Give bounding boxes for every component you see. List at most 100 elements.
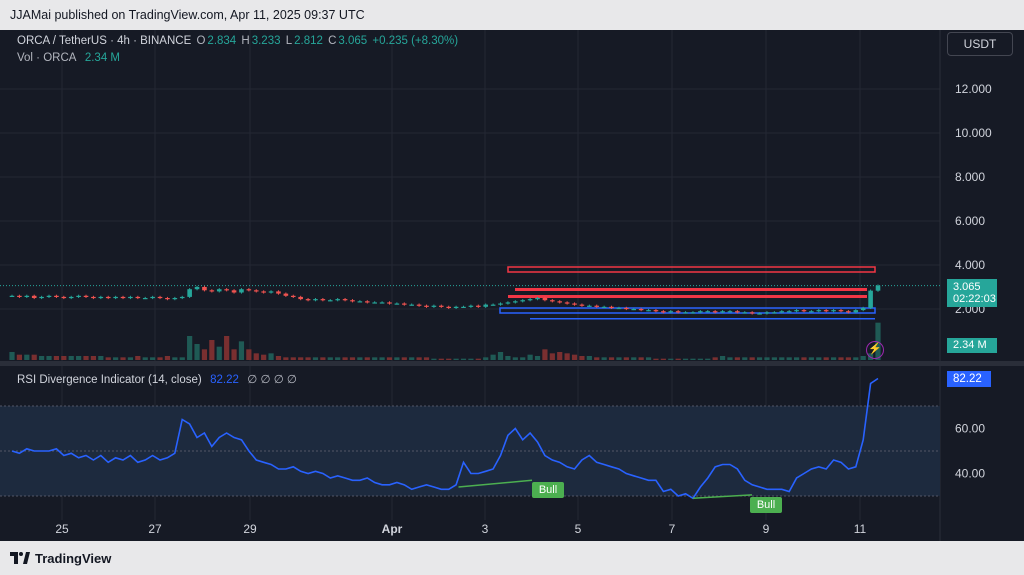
candle-body xyxy=(875,285,881,291)
tradingview-logo[interactable]: TradingView xyxy=(10,551,111,566)
candle-body xyxy=(438,305,444,307)
volume-bar xyxy=(527,354,533,360)
volume-bar xyxy=(779,357,785,360)
volume-bar xyxy=(816,357,822,360)
candle-body xyxy=(24,295,30,297)
candle-body xyxy=(846,311,851,313)
volume-bar xyxy=(231,349,237,360)
rsi-value: 82.22 xyxy=(210,374,239,386)
chart-area[interactable]: 12.000 10.000 8.000 6.000 4.000 2.000 60.00 40.… xyxy=(0,30,1024,541)
volume-bar xyxy=(431,358,437,360)
volume-bar xyxy=(9,352,15,360)
candle-body xyxy=(46,295,52,297)
candle-body xyxy=(320,299,326,301)
candle-body xyxy=(520,300,526,302)
rsi-badge: 82.22 xyxy=(947,371,991,387)
time-axis-label: 29 xyxy=(243,522,257,536)
candle-body xyxy=(816,310,822,312)
candle-body xyxy=(683,312,688,314)
volume-bar xyxy=(623,357,629,360)
candle-body xyxy=(83,295,89,297)
candle-body xyxy=(409,304,414,306)
candle-body xyxy=(853,310,859,313)
volume-bar xyxy=(756,357,763,360)
volume-bar xyxy=(268,353,274,360)
candle-body xyxy=(668,311,674,313)
price-axis-label: 8.000 xyxy=(955,170,985,184)
candle-body xyxy=(505,302,511,304)
volume-bar xyxy=(320,357,326,360)
price-axis-label: 4.000 xyxy=(955,258,985,272)
candle-body xyxy=(401,303,407,305)
volume-bar xyxy=(660,358,666,360)
candle-body xyxy=(513,301,518,303)
candle-body xyxy=(550,300,555,302)
candle-body xyxy=(838,310,844,312)
volume-bar xyxy=(475,358,481,360)
volume-bar xyxy=(771,357,777,360)
candle-body xyxy=(557,301,563,303)
candle-body xyxy=(9,295,15,297)
candle-body xyxy=(327,300,333,302)
candle-body xyxy=(823,310,829,312)
currency-button[interactable]: USDT xyxy=(947,32,1013,56)
candle-body xyxy=(283,293,289,296)
candle-body xyxy=(379,302,385,304)
volume-bar xyxy=(438,358,444,360)
candle-body xyxy=(416,304,422,306)
volume-bar xyxy=(705,358,711,360)
volume-bar xyxy=(261,354,267,360)
candle-body xyxy=(342,299,348,301)
volume-bar xyxy=(246,349,252,360)
candle-body xyxy=(453,306,459,308)
candle-body xyxy=(179,296,185,299)
volume-bar xyxy=(512,357,518,360)
volume-bar xyxy=(682,358,689,360)
candle-body xyxy=(868,290,873,308)
close-value: 3.065 xyxy=(338,35,368,47)
candle-body xyxy=(172,298,178,300)
volume-bar xyxy=(468,358,474,360)
candle-body xyxy=(246,289,252,291)
time-axis-label: 9 xyxy=(763,522,770,536)
price-axis-label: 10.000 xyxy=(955,126,992,140)
candle-body xyxy=(239,289,244,293)
volume-bar xyxy=(446,358,452,360)
volume-bar xyxy=(490,354,496,360)
volume-bar xyxy=(194,344,200,360)
candle-body xyxy=(268,291,274,293)
high-label: H xyxy=(241,35,250,47)
volume-bar xyxy=(120,357,126,360)
candle-body xyxy=(17,295,22,297)
volume-bar xyxy=(542,349,548,360)
volume-bar xyxy=(564,353,570,360)
volume-bar xyxy=(534,356,541,360)
volume-bar xyxy=(668,358,674,360)
rsi-axis-label: 60.00 xyxy=(955,422,985,436)
volume-bar xyxy=(860,356,866,360)
publish-info: JJAMai published on TradingView.com, Apr… xyxy=(10,8,365,22)
candle-body xyxy=(661,311,666,313)
volume-bar xyxy=(349,357,356,360)
volume-bar xyxy=(16,354,23,360)
candle-body xyxy=(646,310,651,312)
candle-body xyxy=(498,303,503,305)
volume-bar xyxy=(275,356,282,360)
volume-bar xyxy=(172,357,178,360)
volume-bar xyxy=(853,357,859,360)
volume-bar xyxy=(823,357,829,360)
volume-bar xyxy=(608,357,615,360)
time-axis-label: 5 xyxy=(575,522,582,536)
volume-bar xyxy=(505,356,511,360)
volume-bar xyxy=(201,349,208,360)
candle-body xyxy=(772,312,777,314)
candle-body xyxy=(735,311,740,313)
candle-body xyxy=(564,302,570,304)
candle-body xyxy=(705,311,711,313)
volume-bar xyxy=(372,357,378,360)
lightning-icon[interactable]: ⚡ xyxy=(866,341,884,359)
chart-canvas[interactable]: 12.00010.0008.0006.0004.0002.00060.0040.… xyxy=(0,30,1024,541)
candle-body xyxy=(527,299,533,301)
candle-body xyxy=(98,296,104,299)
price-axis-label: 6.000 xyxy=(955,214,985,228)
